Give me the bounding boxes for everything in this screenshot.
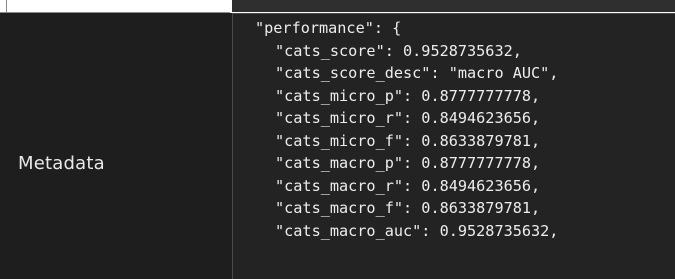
code-line: "cats_score": 0.9528735632, bbox=[255, 40, 558, 63]
code-line-performance: "performance": { bbox=[255, 19, 402, 37]
code-line: "cats_macro_p": 0.8777777778, bbox=[255, 152, 558, 175]
code-line-text: "cats_micro_r": 0.8494623656, bbox=[275, 109, 541, 127]
code-line-text: "cats_score_desc": "macro AUC", bbox=[275, 64, 559, 82]
code-line-text: "cats_macro_r": 0.8494623656, bbox=[275, 176, 541, 195]
code-line-text: "cats_macro_auc": 0.9528735632, bbox=[275, 221, 559, 240]
top-strip bbox=[0, 0, 675, 13]
code-line-text: "cats_micro_f": 0.8633879781, bbox=[275, 131, 541, 150]
metadata-label-cell: Metadata bbox=[0, 13, 232, 279]
code-line-text: "cats_micro_p": 0.8777777778, bbox=[275, 86, 541, 105]
code-line: "cats_score_desc": "macro AUC", bbox=[255, 62, 558, 85]
code-line: "cats_macro_auc": 0.9528735632, bbox=[255, 220, 558, 243]
code-line: "cats_micro_r": 0.8494623656, bbox=[255, 107, 558, 130]
code-line: "cats_micro_f": 0.8633879781, bbox=[255, 130, 558, 153]
metadata-json-code: "performance": { "cats_score": 0.95287356… bbox=[255, 17, 558, 265]
code-line-text: "cats_macro_p": 0.8777777778, bbox=[275, 154, 541, 172]
code-line: "cats_micro_p": 0.8777777778, bbox=[255, 85, 558, 108]
code-line-text: "cats_score": 0.9528735632, bbox=[275, 41, 522, 60]
code-line: "cats_macro_f": 0.8633879781, bbox=[255, 197, 558, 220]
metadata-label: Metadata bbox=[18, 153, 105, 174]
metadata-value-cell: "performance": { "cats_score": 0.95287356… bbox=[232, 13, 675, 279]
metadata-table: Metadata "performance": { "cats_score": 0… bbox=[0, 13, 675, 279]
top-left-divider bbox=[6, 0, 7, 12]
previous-row-value-cell bbox=[232, 0, 675, 12]
code-line: "cats_macro_r": 0.8494623656, bbox=[255, 175, 558, 198]
code-line-text: "cats_macro_f": 0.8633879781, bbox=[275, 199, 541, 217]
